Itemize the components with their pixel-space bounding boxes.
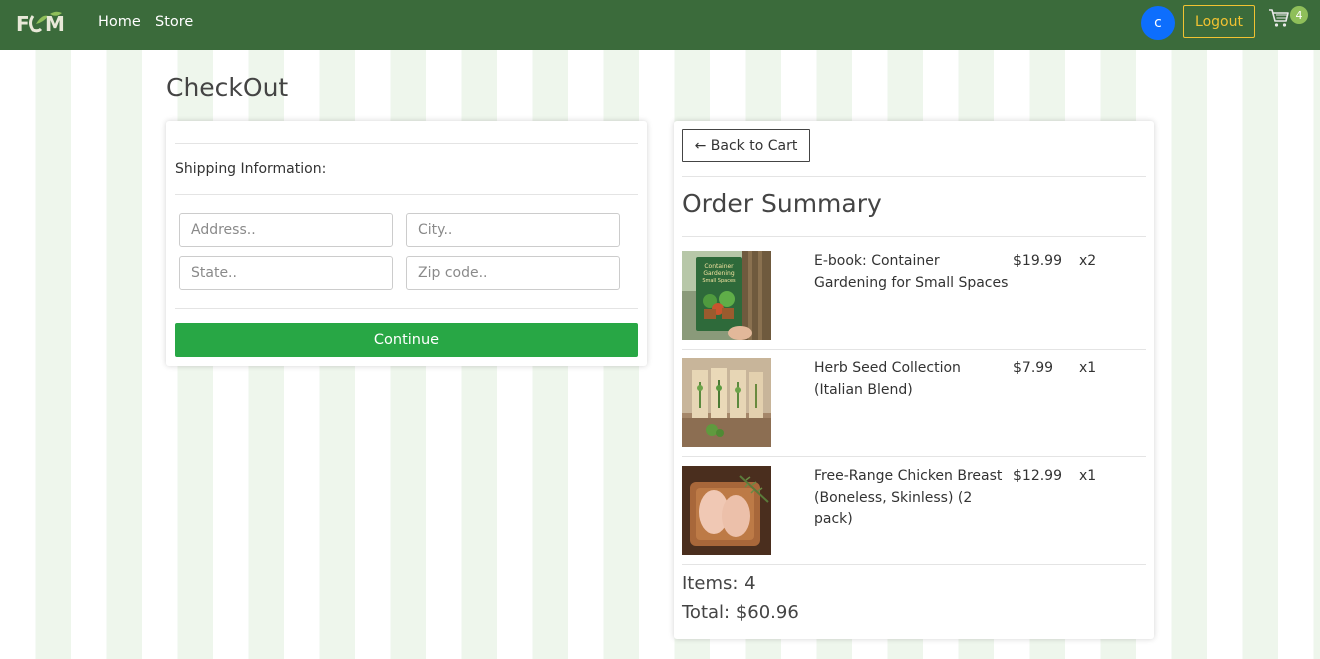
divider	[682, 564, 1146, 565]
shipping-info-label: Shipping Information:	[175, 161, 327, 177]
divider	[175, 308, 638, 309]
item-name: Free-Range Chicken Breast (Boneless, Ski…	[814, 468, 1003, 527]
herb-seed-packets-image	[682, 358, 771, 447]
divider	[682, 176, 1146, 177]
logout-button[interactable]: Logout	[1183, 5, 1255, 38]
order-item: Free-Range Chicken Breast (Boneless, Ski…	[682, 452, 1146, 559]
order-item: Container Gardening Small Spaces E-book:…	[682, 237, 1146, 344]
city-input[interactable]	[406, 213, 620, 247]
cart-icon[interactable]	[1268, 8, 1290, 28]
divider	[175, 194, 638, 195]
continue-button[interactable]: Continue	[175, 323, 638, 357]
address-input[interactable]	[179, 213, 393, 247]
order-summary-title: Order Summary	[682, 189, 882, 218]
item-quantity: x2	[1079, 253, 1097, 269]
ebook-cover-image: Container Gardening Small Spaces	[682, 251, 771, 340]
user-avatar[interactable]: c	[1141, 6, 1175, 40]
item-name: Herb Seed Collection (Italian Blend)	[814, 360, 961, 398]
brand-logo[interactable]: F M	[16, 10, 68, 36]
svg-text:Small Spaces: Small Spaces	[702, 278, 736, 284]
item-price: $12.99	[1013, 468, 1062, 484]
zip-code-input[interactable]	[406, 256, 620, 290]
order-item: Herb Seed Collection (Italian Blend) $7.…	[682, 344, 1146, 451]
svg-text:F: F	[16, 12, 30, 36]
nav-home-link[interactable]: Home	[98, 14, 141, 30]
item-quantity: x1	[1079, 468, 1097, 484]
shipping-form-card: Shipping Information: Continue	[166, 121, 647, 366]
back-to-cart-button[interactable]: ← Back to Cart	[682, 129, 810, 162]
svg-text:Container: Container	[704, 263, 734, 270]
divider	[175, 143, 638, 144]
cart-count-badge: 4	[1290, 6, 1308, 24]
order-summary-card: ← Back to Cart Order Summary Container G…	[674, 121, 1154, 639]
page-title: CheckOut	[166, 73, 289, 102]
item-price: $19.99	[1013, 253, 1062, 269]
navbar: F M Home Store c Logout 4	[0, 0, 1320, 50]
item-name: E-book: Container Gardening for Small Sp…	[814, 253, 1009, 291]
state-input[interactable]	[179, 256, 393, 290]
nav-store-link[interactable]: Store	[155, 14, 193, 30]
chicken-breast-tray-image	[682, 466, 771, 555]
items-count: Items: 4	[682, 573, 756, 594]
svg-text:Gardening: Gardening	[703, 270, 734, 277]
order-total: Total: $60.96	[682, 602, 799, 623]
item-quantity: x1	[1079, 360, 1097, 376]
item-price: $7.99	[1013, 360, 1054, 376]
